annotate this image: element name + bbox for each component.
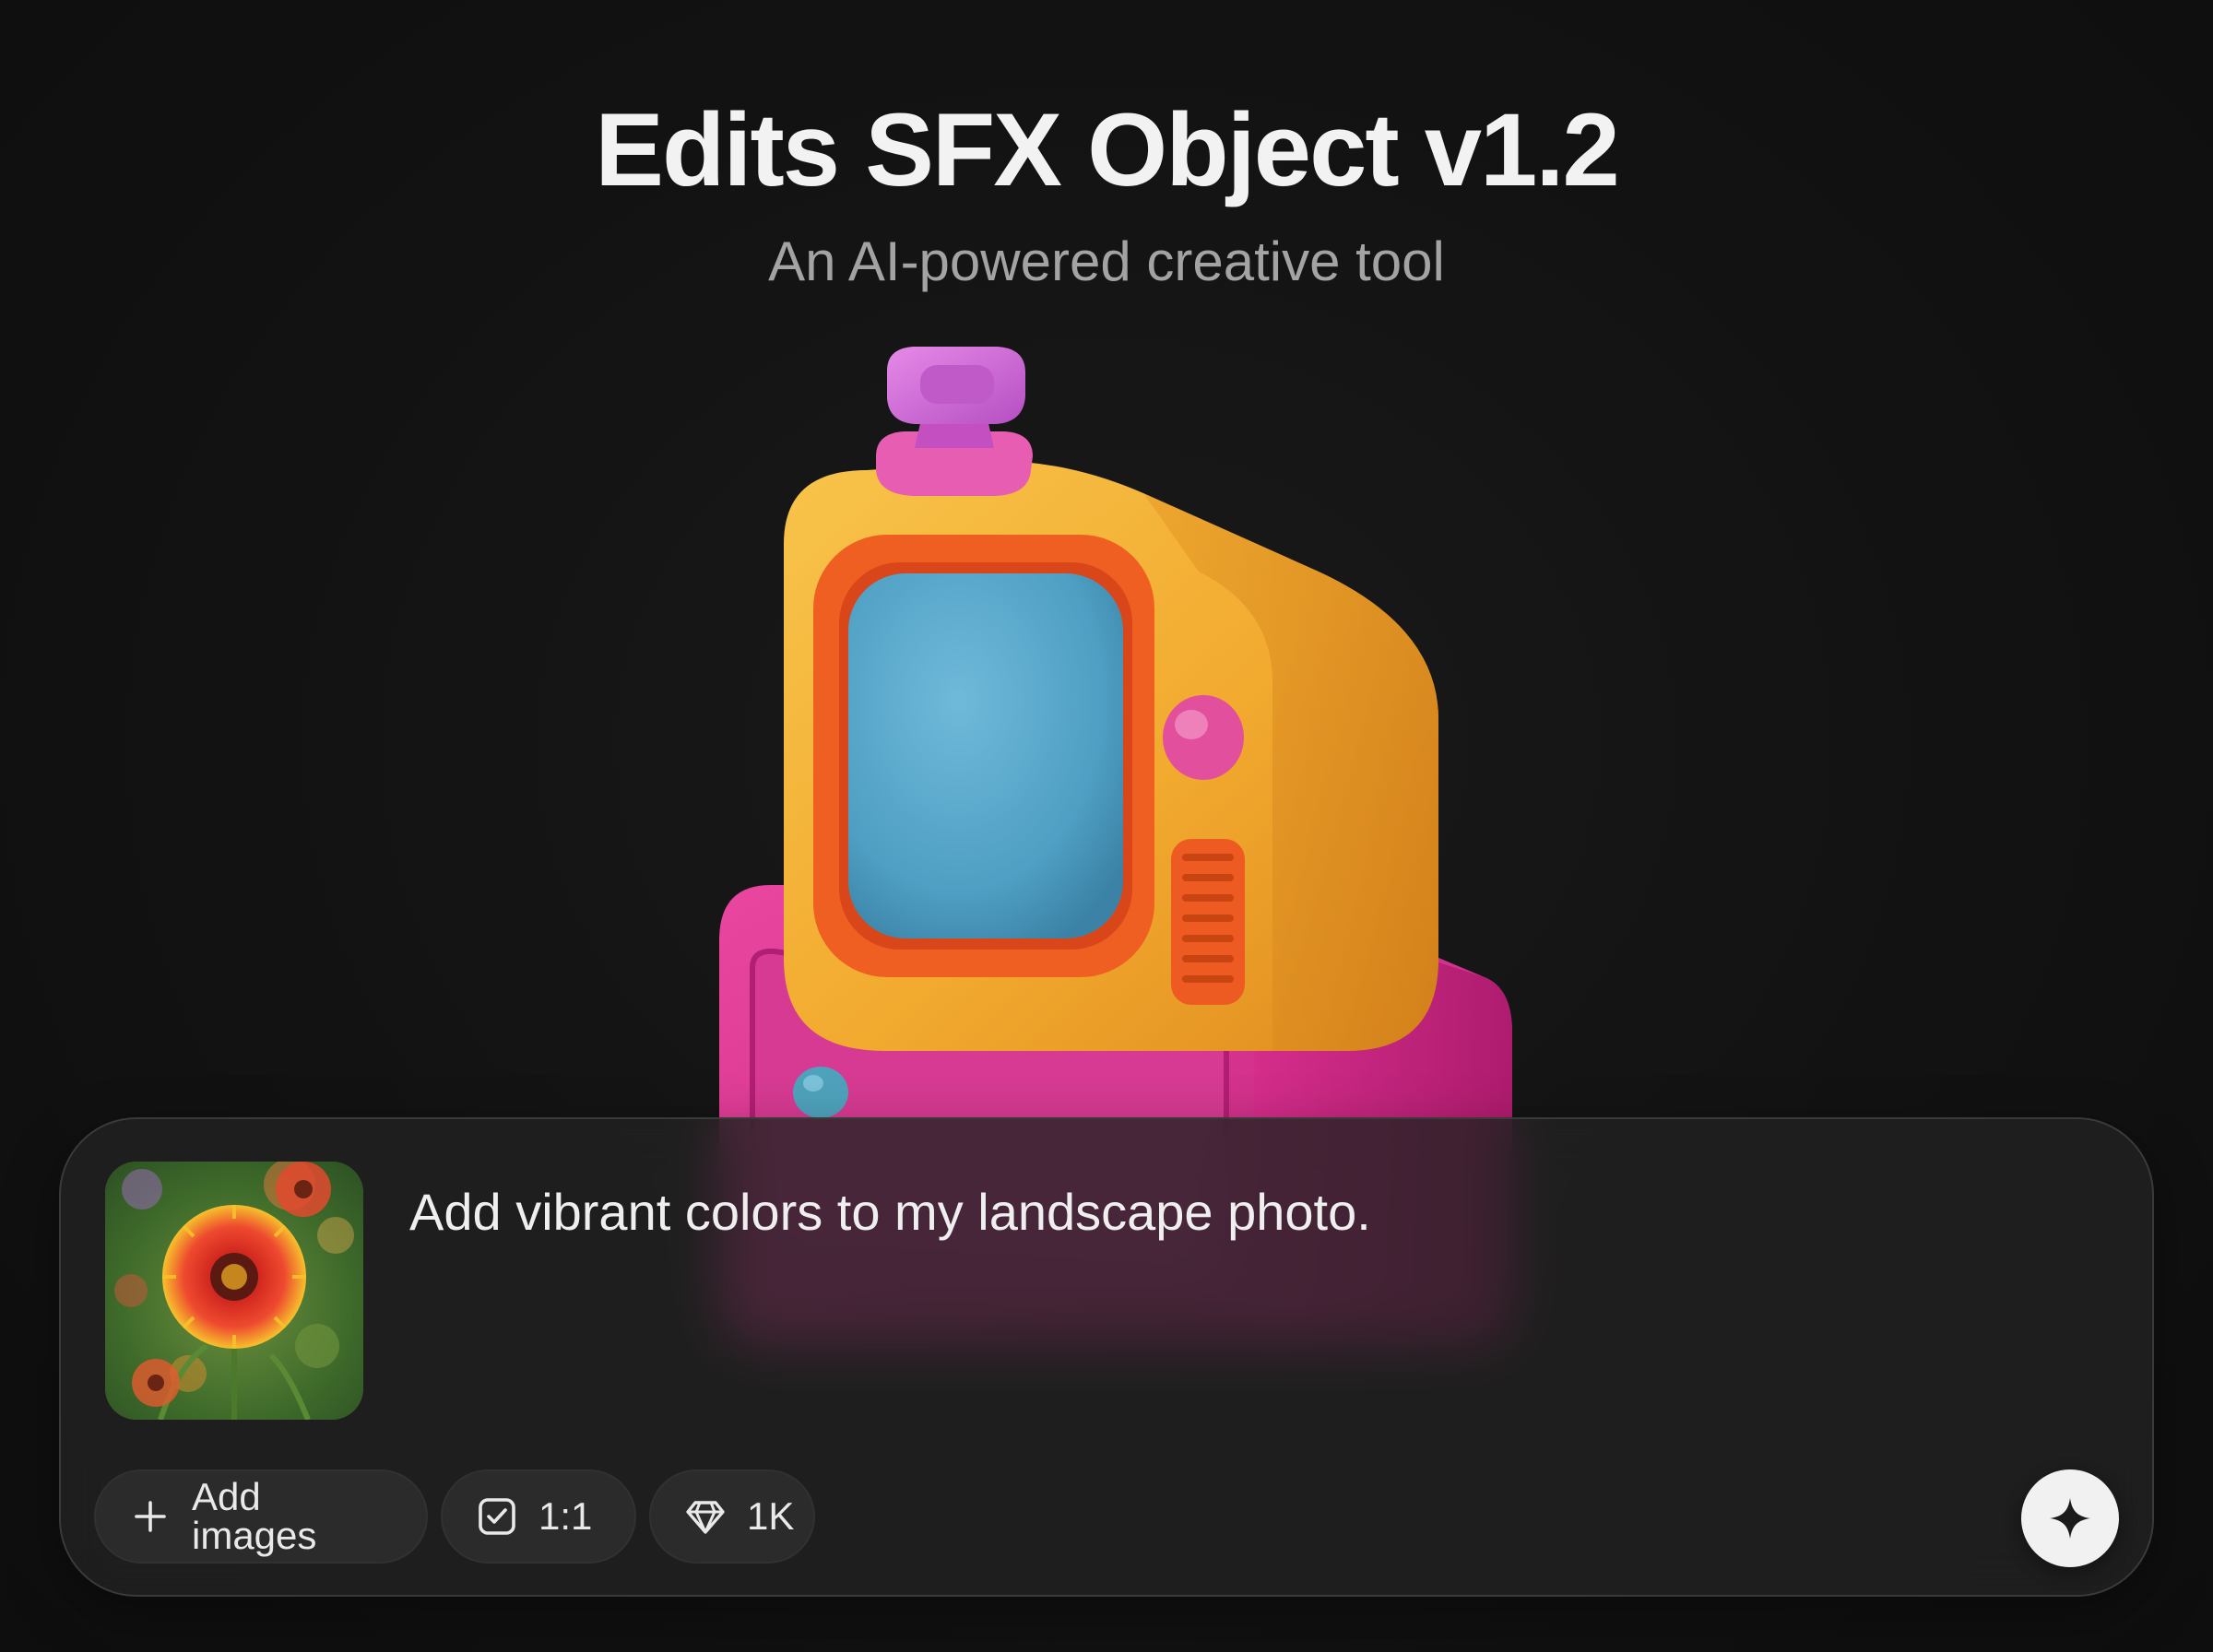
add-images-button[interactable]: Add images — [94, 1469, 428, 1564]
aspect-ratio-label: 1:1 — [538, 1494, 593, 1538]
resolution-button[interactable]: 1K — [649, 1469, 815, 1564]
page-title: Edits SFX Object v1.2 — [595, 92, 1620, 207]
aspect-ratio-button[interactable]: 1:1 — [441, 1469, 636, 1564]
checkbox-square-icon — [476, 1495, 518, 1538]
add-images-label: Add images — [192, 1475, 317, 1557]
prompt-composer: Add vibrant colors to my landscape photo… — [59, 1117, 2154, 1597]
diamond-icon — [684, 1495, 727, 1538]
page: Edits SFX Object v1.2 An AI-powered crea… — [0, 0, 2213, 1652]
sparkle-icon — [2050, 1498, 2090, 1539]
generate-button[interactable] — [2021, 1469, 2119, 1567]
plus-icon — [129, 1495, 172, 1538]
flower-photo-thumbnail — [105, 1162, 363, 1420]
resolution-label: 1K — [747, 1494, 795, 1538]
image-thumbnail[interactable] — [105, 1162, 363, 1420]
page-subtitle: An AI-powered creative tool — [768, 230, 1445, 292]
prompt-input[interactable]: Add vibrant colors to my landscape photo… — [409, 1180, 1977, 1245]
